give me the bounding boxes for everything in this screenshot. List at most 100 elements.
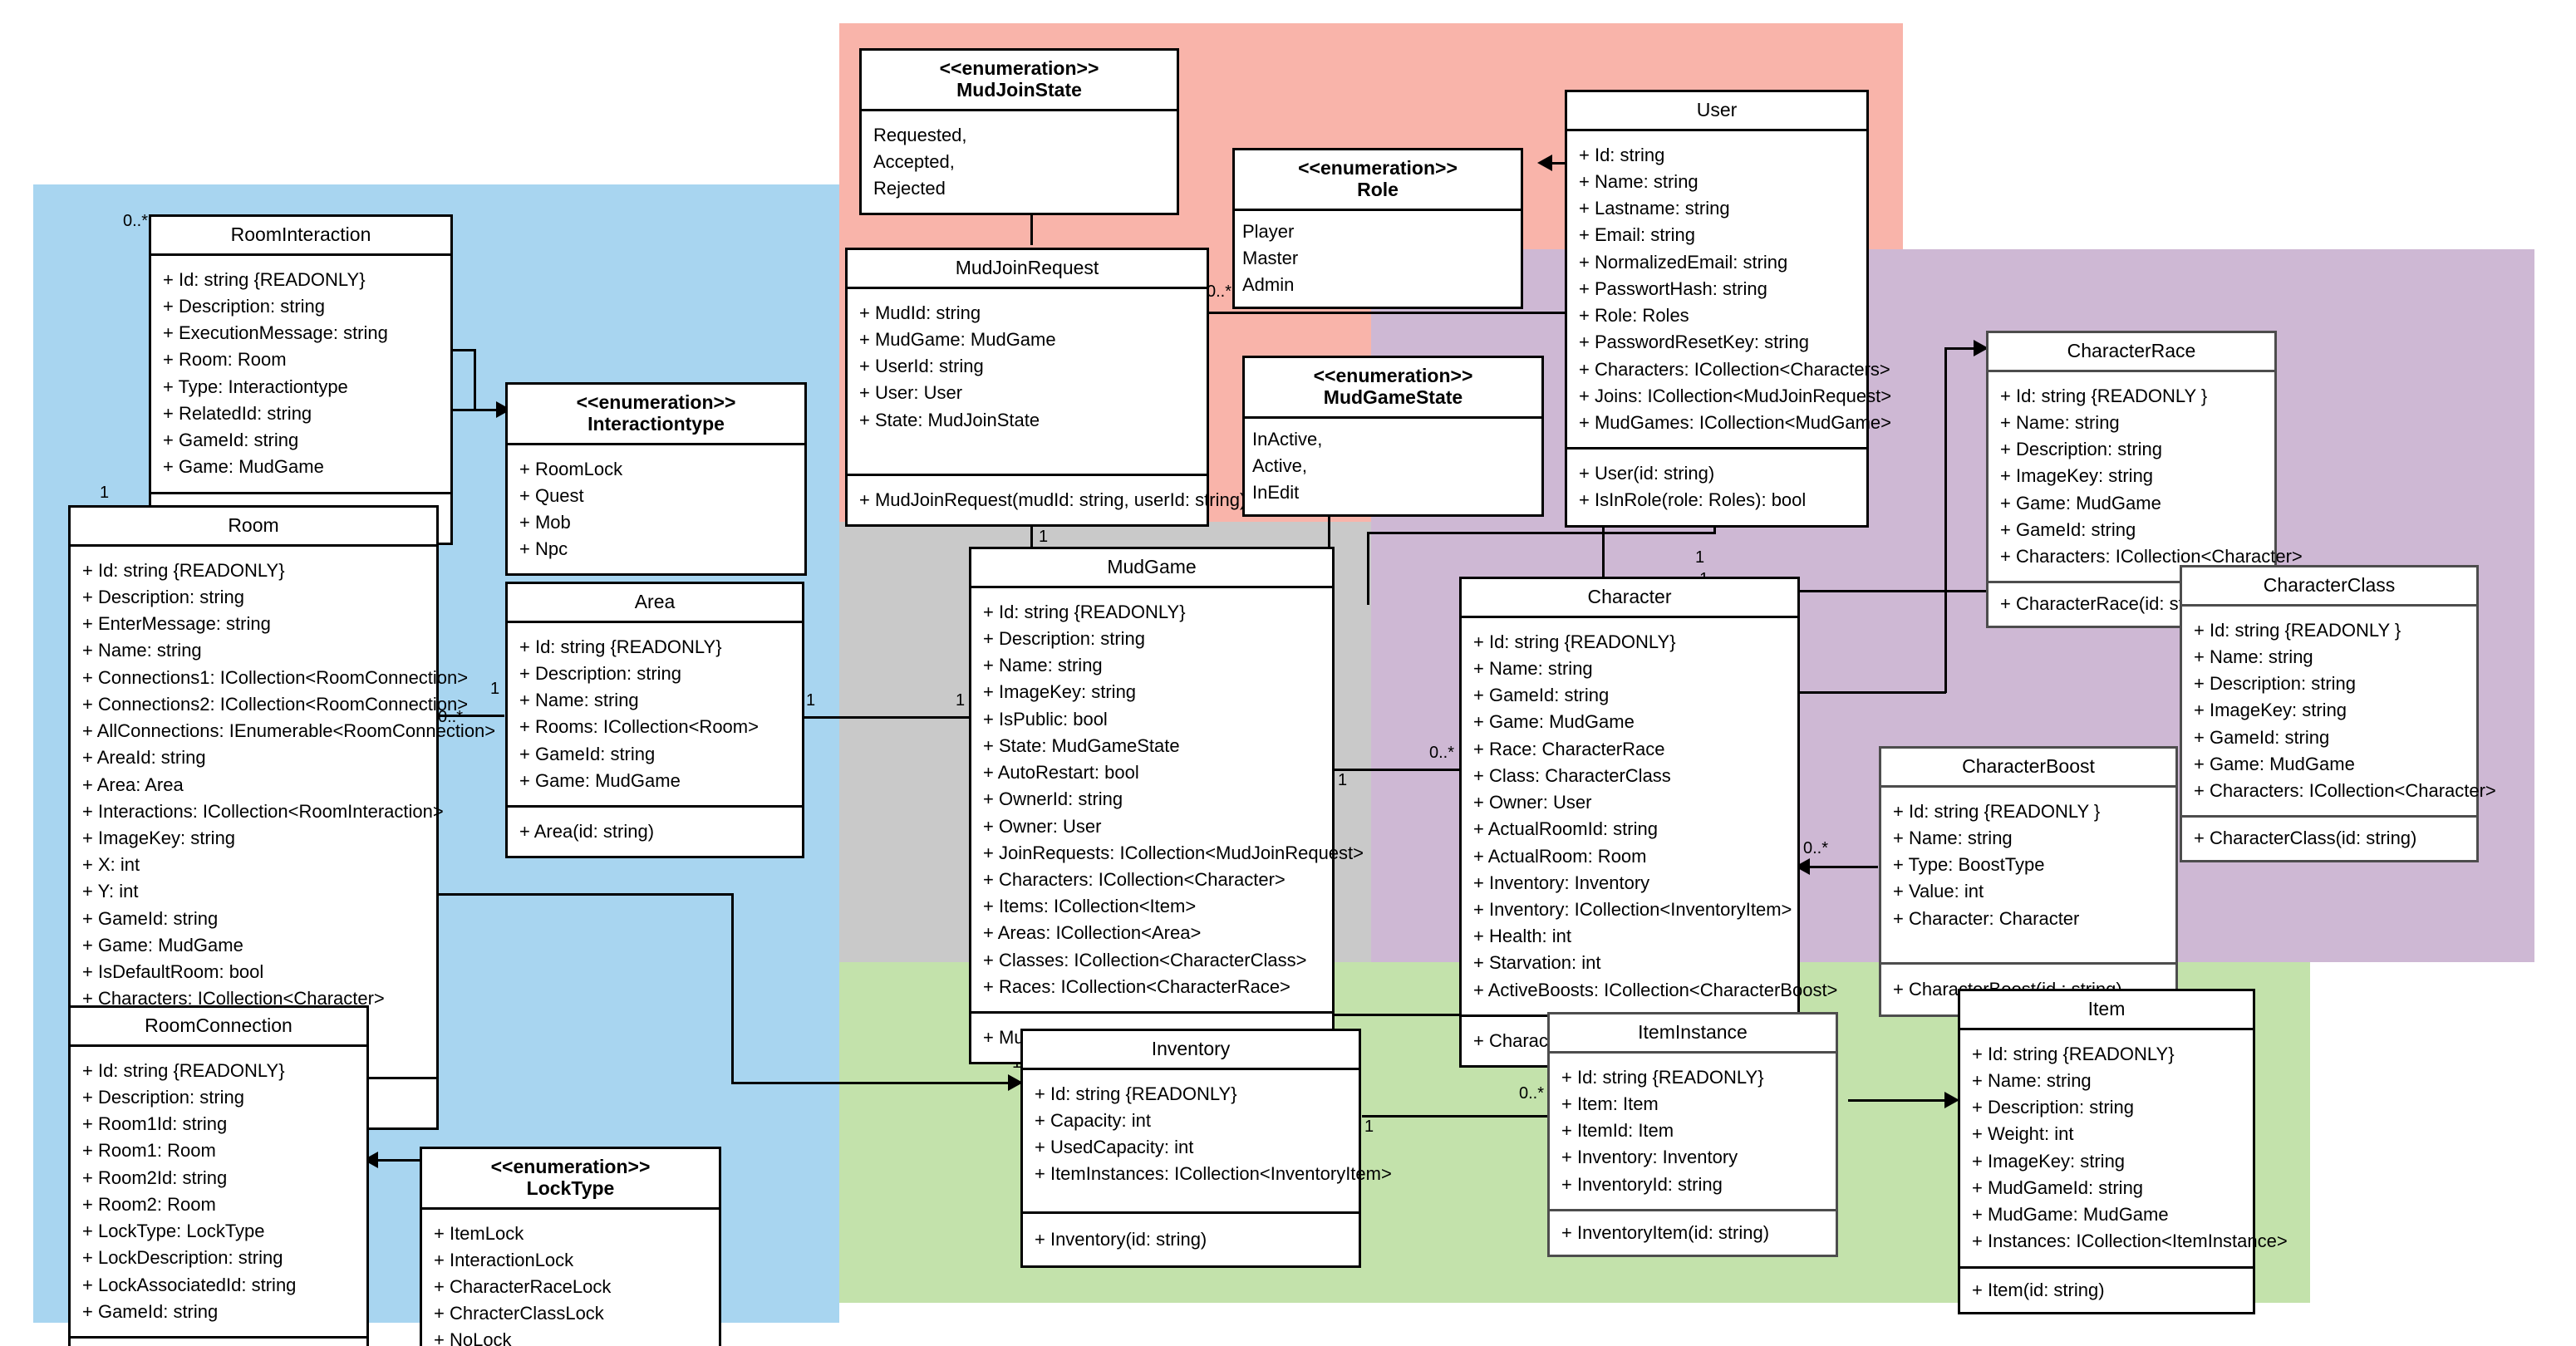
connector-char-race-h0 <box>1881 691 1946 694</box>
class-title: CharacterRace <box>1989 333 2274 372</box>
class-iteminstance[interactable]: ItemInstance + Id: string {READONLY} + I… <box>1547 1012 1838 1258</box>
attribute: + Type: BoostType <box>1893 854 2045 876</box>
class-operations: + MudJoinRequest(mudId: string, userId: … <box>848 473 1246 524</box>
class-mudgamestate[interactable]: <<enumeration>> MudGameState InActive, A… <box>1242 356 1544 518</box>
attribute: + User: User <box>859 382 963 404</box>
class-title: CharacterBoost <box>1881 749 2175 788</box>
class-attributes: + Id: string {READONLY} + Capacity: int … <box>1023 1070 1392 1211</box>
attribute: + Description: string <box>163 295 326 317</box>
attribute: + CharacterRaceLock <box>434 1275 612 1297</box>
attribute: + Name: string <box>1893 827 2013 848</box>
class-title: MudJoinRequest <box>848 250 1207 289</box>
class-attributes: + Id: string {READONLY } + Name: string … <box>2182 607 2496 816</box>
attribute: + Rooms: ICollection<Room> <box>519 716 759 738</box>
class-name: Role <box>1357 178 1399 200</box>
class-title: <<enumeration>> MudGameState <box>1245 358 1541 419</box>
stereotype: <<enumeration>> <box>1298 157 1458 179</box>
attribute: + Inventory: Inventory <box>1561 1147 1738 1168</box>
class-inventory[interactable]: Inventory + Id: string {READONLY} + Capa… <box>1020 1029 1392 1268</box>
class-attributes: + Id: string {READONLY } + Name: string … <box>1989 372 2303 582</box>
attribute: + Instances: ICollection<ItemInstance> <box>1972 1231 2288 1252</box>
connector-mg-char <box>1335 769 1459 771</box>
attribute: + Starvation: int <box>1473 952 1601 974</box>
class-title: <<enumeration>> LockType <box>422 1149 719 1210</box>
class-role[interactable]: <<enumeration>> Role Player Master Admin <box>1232 148 1523 310</box>
class-operations: + Inventory(id: string) <box>1023 1211 1359 1265</box>
attribute: + Room2: Room <box>82 1193 216 1215</box>
class-operations: + Area(id: string) <box>508 805 802 856</box>
attribute: + Name: string <box>1473 657 1593 679</box>
attribute: + ActualRoom: Room <box>1473 845 1647 867</box>
attribute: + ActualRoomId: string <box>1473 818 1658 840</box>
attribute: + PasswortHash: string <box>1579 278 1767 299</box>
class-user[interactable]: User + Id: string + Name: string + Lastn… <box>1565 90 1891 528</box>
class-attributes: + RoomLock + Quest + Mob + Npc <box>508 445 804 574</box>
class-name: ItemInstance <box>1638 1021 1748 1043</box>
attribute: + Game: MudGame <box>2000 492 2161 513</box>
class-attributes: + Id: string {READONLY} + Description: s… <box>971 588 1364 1011</box>
attribute: + Npc <box>519 538 568 560</box>
class-mudjoinstate[interactable]: <<enumeration>> MudJoinState Requested, … <box>859 48 1179 216</box>
attribute: + Description: string <box>519 662 682 684</box>
attribute: + ItemId: Item <box>1561 1120 1674 1142</box>
connector-room-inv-h2 <box>731 1082 1018 1084</box>
attribute: + Interactions: ICollection<RoomInteract… <box>82 800 444 822</box>
class-title: Item <box>1960 991 2253 1030</box>
class-title: Character <box>1462 579 1797 618</box>
class-characterboost[interactable]: CharacterBoost + Id: string {READONLY } … <box>1879 746 2178 1018</box>
multiplicity-13: 1 <box>956 691 966 710</box>
attribute: + Room1: Room <box>82 1140 216 1162</box>
attribute: + Id: string {READONLY } <box>1893 800 2101 822</box>
class-attributes: Requested, Accepted, Rejected <box>862 111 1177 214</box>
class-locktype[interactable]: <<enumeration>> LockType + ItemLock + In… <box>420 1147 721 1346</box>
attribute: + Id: string {READONLY} <box>519 636 722 657</box>
class-roominteraction[interactable]: RoomInteraction + Id: string {READONLY} … <box>149 214 453 545</box>
attribute: + Name: string <box>82 640 202 661</box>
class-roomconnection[interactable]: RoomConnection + Id: string {READONLY} +… <box>68 1005 369 1346</box>
attribute: + ActiveBoosts: ICollection<CharacterBoo… <box>1473 979 1838 1000</box>
attribute: + AllConnections: IEnumerable<RoomConnec… <box>82 720 496 742</box>
attribute: + GameId: string <box>1473 685 1610 706</box>
attribute: + Id: string {READONLY} <box>163 268 366 290</box>
attribute: + RoomLock <box>519 458 623 479</box>
class-interactiontype[interactable]: <<enumeration>> Interactiontype + RoomLo… <box>505 382 807 577</box>
attribute: InActive, <box>1252 428 1323 449</box>
attribute: + OwnerId: string <box>983 788 1123 810</box>
attribute: + ExecutionMessage: string <box>163 322 388 344</box>
class-name: LockType <box>526 1177 615 1199</box>
attribute: + GameId: string <box>82 1300 219 1322</box>
attribute: + Race: CharacterRace <box>1473 738 1665 759</box>
class-attributes: + Id: string {READONLY} + Description: s… <box>151 256 450 492</box>
class-operations: + Item(id: string) <box>1960 1265 2253 1312</box>
attribute: + Room: Room <box>163 349 287 371</box>
attribute: + Character: Character <box>1893 907 2080 929</box>
attribute: + Owner: User <box>983 815 1102 837</box>
attribute: Requested, <box>873 124 967 145</box>
connector-room-inv-h1 <box>438 893 733 896</box>
stereotype: <<enumeration>> <box>490 1156 651 1177</box>
attribute: + ItemLock <box>434 1222 524 1244</box>
class-attributes: + Id: string {READONLY} + Description: s… <box>71 547 496 1077</box>
multiplicity-19: 1 <box>1695 548 1705 567</box>
class-mudjoinrequest[interactable]: MudJoinRequest + MudId: string + MudGame… <box>845 248 1246 528</box>
attribute: + LockType: LockType <box>82 1221 265 1242</box>
attribute: + Connections1: ICollection<RoomConnecti… <box>82 666 469 688</box>
class-characterclass[interactable]: CharacterClass + Id: string {READONLY } … <box>2180 565 2496 862</box>
class-area[interactable]: Area + Id: string {READONLY} + Descripti… <box>505 582 804 859</box>
multiplicity-1: 0..* <box>123 212 149 230</box>
attribute: + Name: string <box>1972 1069 2092 1091</box>
attribute: + Game: MudGame <box>163 456 324 478</box>
class-item[interactable]: Item + Id: string {READONLY} + Name: str… <box>1958 989 2288 1314</box>
attribute: + Id: string {READONLY} <box>82 559 285 581</box>
class-operations: + CharacterClass(id: string) <box>2182 815 2476 859</box>
attribute: + MudGameId: string <box>1972 1177 2144 1198</box>
attribute: + Class: CharacterClass <box>1473 764 1671 786</box>
class-mudgame[interactable]: MudGame + Id: string {READONLY} + Descri… <box>969 547 1364 1065</box>
class-attributes: + Id: string {READONLY} + Name: string +… <box>1960 1030 2288 1266</box>
attribute: + Id: string {READONLY } <box>2194 619 2401 641</box>
connector-mg-user-v <box>1367 532 1369 605</box>
attribute: + Characters: ICollection<Characters> <box>1579 358 1890 380</box>
class-character[interactable]: Character + Id: string {READONLY} + Name… <box>1459 577 1838 1068</box>
attribute: + Id: string {READONLY} <box>1972 1043 2175 1064</box>
connector-char-race-v <box>1944 347 1947 693</box>
